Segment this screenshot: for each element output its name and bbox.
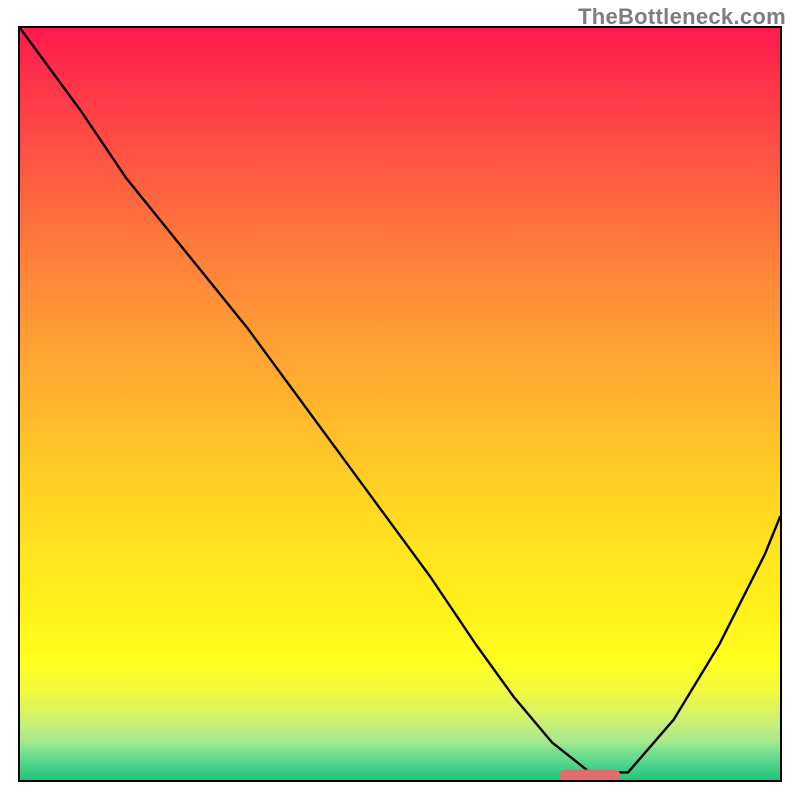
plot-area — [18, 26, 782, 782]
bottleneck-curve — [20, 28, 780, 772]
chart-container: TheBottleneck.com — [0, 0, 800, 800]
chart-svg — [20, 28, 780, 780]
optimal-region-marker — [560, 770, 621, 780]
